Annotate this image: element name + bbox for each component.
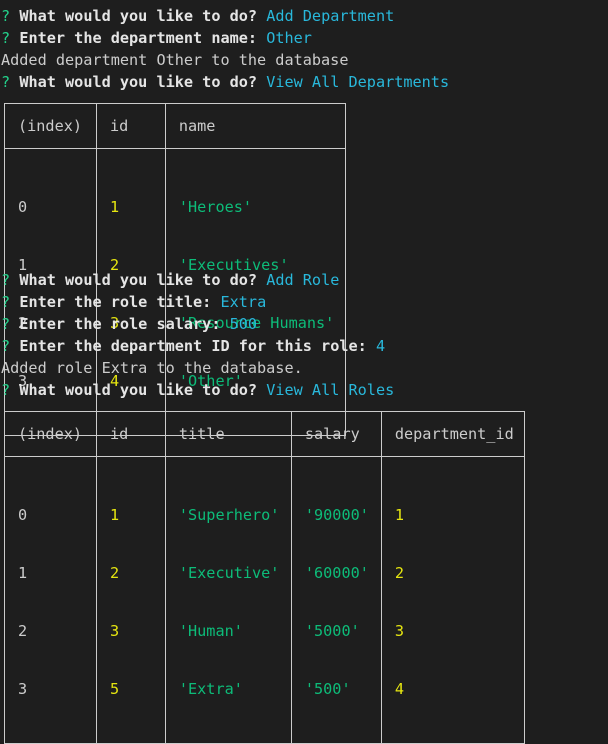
table-cell: 'Executive' — [178, 564, 280, 582]
table-cell: 2 — [110, 564, 120, 582]
terminal-line: ? What would you like to do? Add Role — [1, 269, 339, 291]
table-cell: 0 — [18, 198, 28, 216]
prompt-answer: View All Departments — [266, 73, 450, 91]
table-cell: 'Heroes' — [178, 198, 253, 216]
prompt-answer: 500 — [229, 315, 258, 333]
department-id-column: 1 2 3 4 — [380, 456, 525, 744]
table-cell: 1 — [110, 198, 120, 216]
column-header: department_id — [380, 411, 525, 457]
prompt-symbol: ? — [1, 293, 11, 311]
prompt-question: Enter the role title: — [19, 293, 212, 311]
prompt-answer: Other — [266, 29, 312, 47]
column-header: id — [96, 411, 166, 457]
roles-table: (index) id title salary department_id 0 … — [4, 411, 525, 744]
prompt-symbol: ? — [1, 271, 11, 289]
terminal-line: ? What would you like to do? View All Ro… — [1, 379, 394, 401]
prompt-answer: View All Roles — [266, 381, 395, 399]
table-cell: 'Extra' — [178, 680, 243, 698]
table-cell: 3 — [110, 622, 120, 640]
column-header: (index) — [4, 103, 97, 149]
table-cell: 4 — [394, 680, 405, 698]
table-cell: 2 — [18, 622, 28, 640]
output-line: Added department Other to the database — [1, 51, 349, 69]
table-cell: 1 — [394, 506, 405, 524]
terminal-line: ? What would you like to do? View All De… — [1, 71, 449, 93]
prompt-symbol: ? — [1, 73, 11, 91]
prompt-symbol: ? — [1, 315, 11, 333]
table-cell: 3 — [18, 680, 28, 698]
prompt-answer: 4 — [375, 337, 386, 355]
table-cell: 1 — [18, 564, 28, 582]
prompt-question: What would you like to do? — [19, 73, 258, 91]
terminal-line: ? Enter the department ID for this role:… — [1, 335, 385, 357]
index-column: 0 1 2 3 — [4, 456, 97, 744]
table-cell: 3 — [394, 622, 405, 640]
column-header: name — [164, 103, 346, 149]
table-cell: '500' — [304, 680, 351, 698]
terminal-line: ? Enter the role title: Extra — [1, 291, 266, 313]
prompt-symbol: ? — [1, 381, 11, 399]
terminal-line: ? Enter the role salary: 500 — [1, 313, 257, 335]
salary-column: '90000' '60000' '5000' '500' — [290, 456, 382, 744]
prompt-answer: Extra — [220, 293, 267, 311]
table-cell: 5 — [110, 680, 120, 698]
table-cell: 'Human' — [178, 622, 243, 640]
table-cell: 1 — [110, 506, 120, 524]
table-cell: '60000' — [304, 564, 369, 582]
table-header-row: (index) id title salary department_id — [4, 411, 525, 457]
terminal-line: ? What would you like to do? Add Departm… — [1, 5, 394, 27]
title-column: 'Superhero' 'Executive' 'Human' 'Extra' — [164, 456, 292, 744]
prompt-question: What would you like to do? — [19, 7, 258, 25]
output-line: Added role Extra to the database. — [1, 359, 303, 377]
column-header: (index) — [4, 411, 97, 457]
prompt-symbol: ? — [1, 29, 11, 47]
prompt-answer: Add Role — [266, 271, 340, 289]
prompt-question: Enter the role salary: — [19, 315, 221, 333]
table-cell: 'Superhero' — [178, 506, 280, 524]
prompt-symbol: ? — [1, 337, 11, 355]
prompt-question: What would you like to do? — [19, 271, 258, 289]
table-cell: '5000' — [304, 622, 360, 640]
table-body: 0 1 2 3 1 2 3 5 'Superhero' 'Executive' … — [4, 456, 525, 744]
table-header-row: (index) id name — [4, 103, 346, 149]
table-cell: 2 — [394, 564, 405, 582]
id-column: 1 2 3 5 — [96, 456, 166, 744]
terminal-line: ? Enter the department name: Other — [1, 27, 312, 49]
column-header: salary — [290, 411, 382, 457]
prompt-question: Enter the department ID for this role: — [19, 337, 367, 355]
prompt-symbol: ? — [1, 7, 11, 25]
prompt-question: What would you like to do? — [19, 381, 258, 399]
table-cell: 0 — [18, 506, 28, 524]
column-header: title — [164, 411, 292, 457]
prompt-answer: Add Department — [266, 7, 395, 25]
column-header: id — [96, 103, 166, 149]
prompt-question: Enter the department name: — [19, 29, 258, 47]
table-cell: '90000' — [304, 506, 369, 524]
